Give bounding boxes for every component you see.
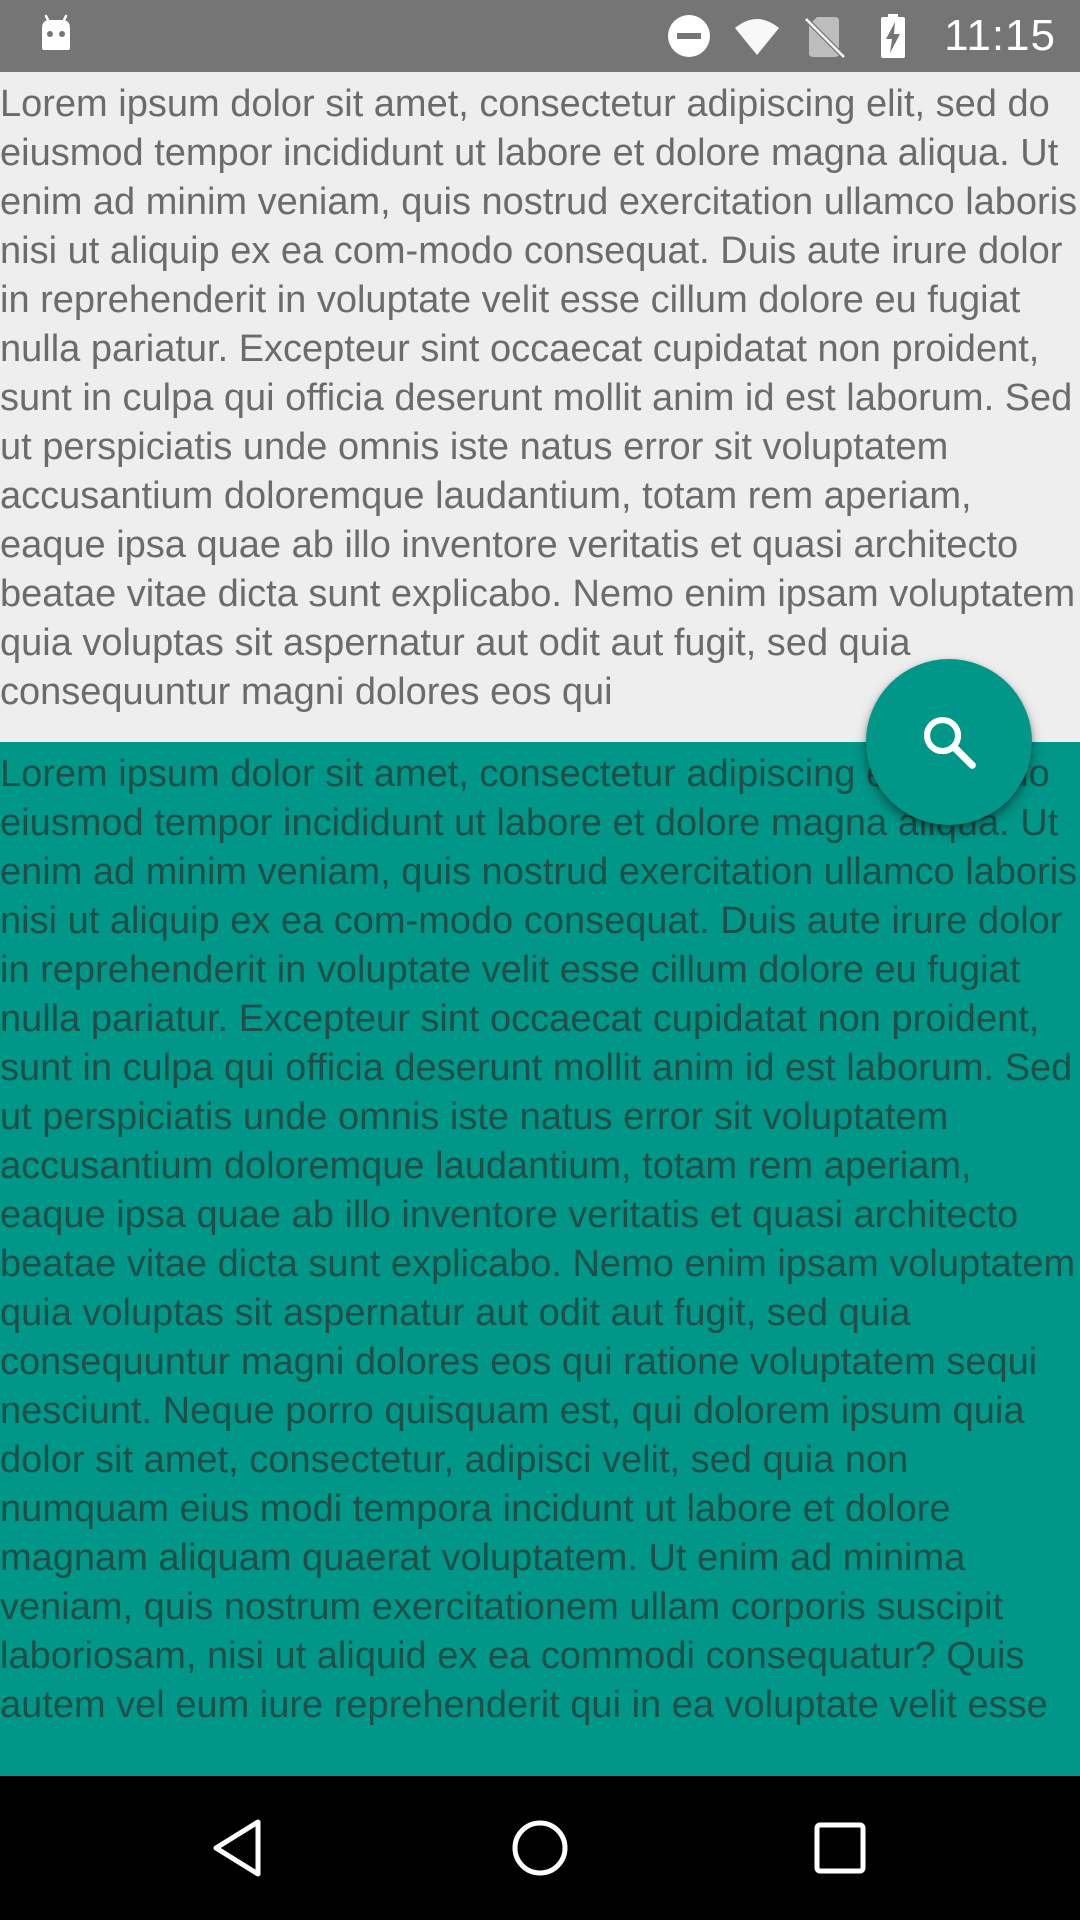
- battery-charging-icon: [881, 14, 906, 58]
- bottom-text-panel[interactable]: Lorem ipsum dolor sit amet, consectetur …: [0, 742, 1080, 1776]
- phone-screen: 11:15 Lorem ipsum dolor sit amet, consec…: [0, 0, 1080, 1920]
- recents-icon: [814, 1822, 866, 1874]
- home-icon: [512, 1820, 568, 1876]
- status-icons: 11:15: [666, 0, 1056, 72]
- no-sim-icon: [804, 17, 846, 59]
- back-icon: [213, 1819, 261, 1877]
- back-button[interactable]: [204, 1812, 276, 1884]
- search-icon: [923, 716, 976, 769]
- top-body-text: Lorem ipsum dolor sit amet, consectetur …: [0, 83, 1078, 713]
- status-bar: 11:15: [0, 0, 1080, 72]
- wifi-icon: [735, 19, 780, 55]
- top-text-panel[interactable]: Lorem ipsum dolor sit amet, consectetur …: [0, 72, 1080, 742]
- recents-button[interactable]: [804, 1812, 876, 1884]
- clock: 11:15: [944, 11, 1056, 60]
- android-icon: [36, 14, 76, 54]
- do-not-disturb-icon: [668, 15, 711, 57]
- search-fab-button[interactable]: [866, 659, 1032, 825]
- bottom-body-text: Lorem ipsum dolor sit amet, consectetur …: [0, 753, 1078, 1726]
- home-button[interactable]: [504, 1812, 576, 1884]
- navigation-bar: [0, 1776, 1080, 1920]
